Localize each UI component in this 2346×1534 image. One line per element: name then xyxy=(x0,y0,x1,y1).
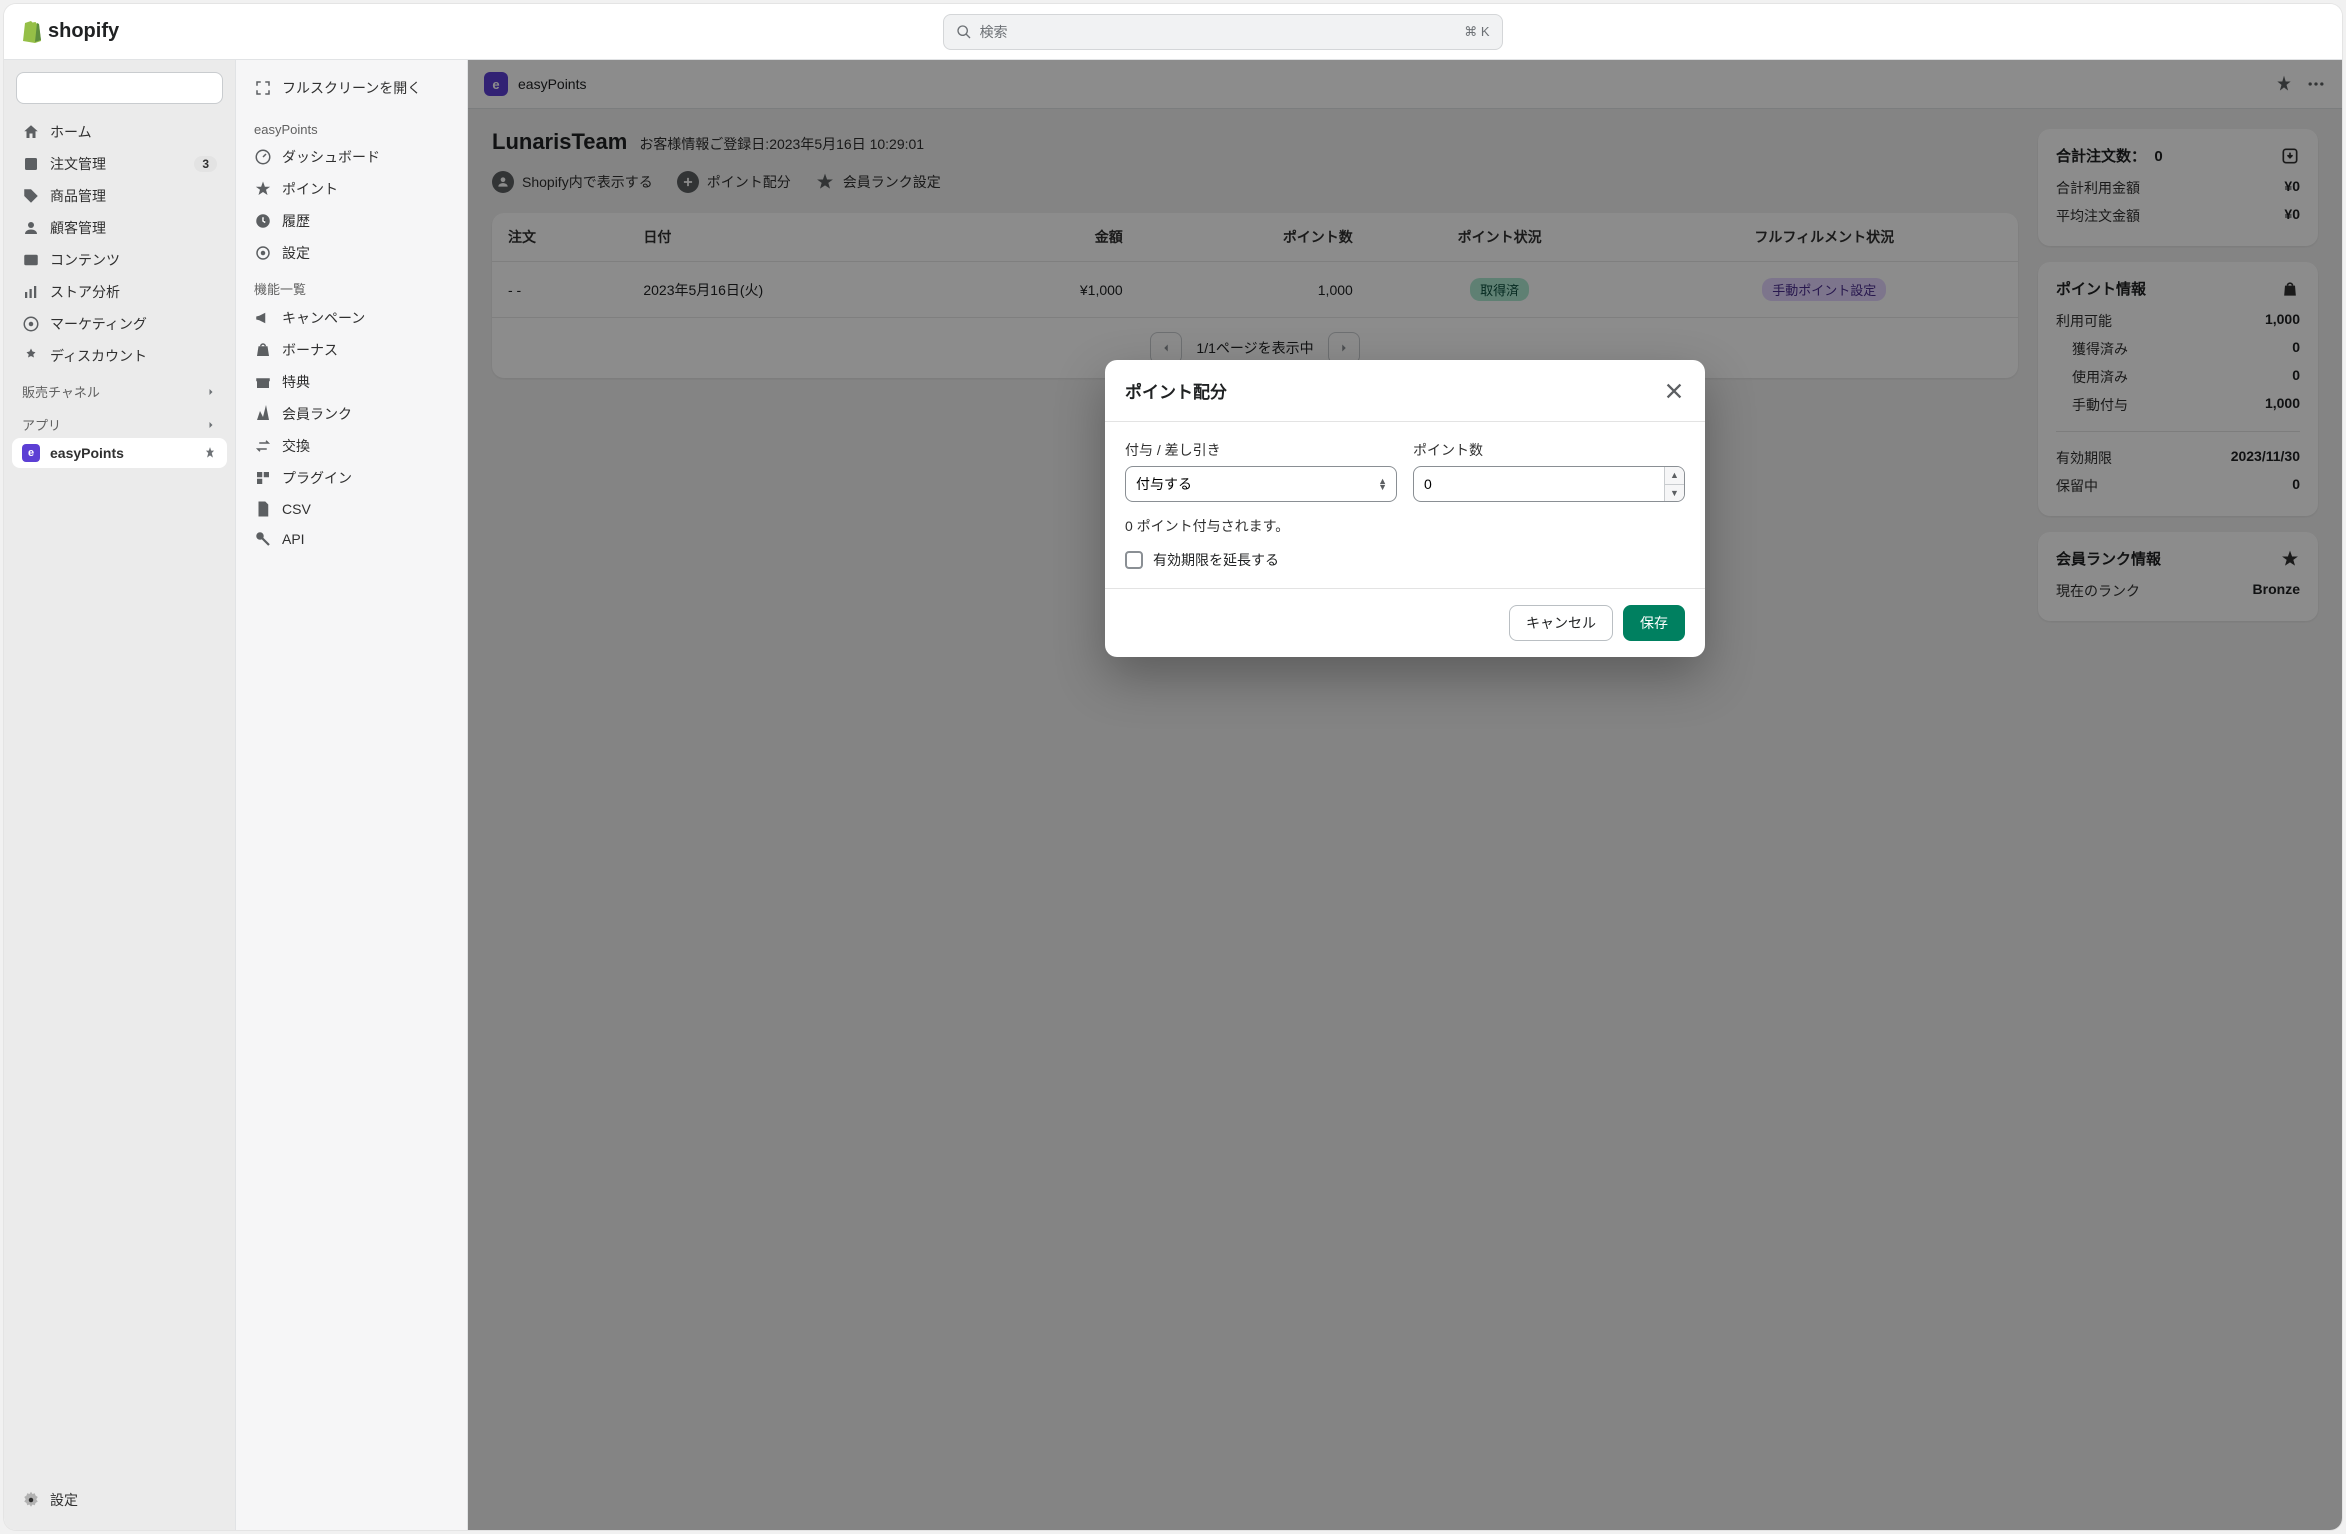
megaphone-icon xyxy=(254,309,272,327)
nav-home[interactable]: ホーム xyxy=(12,116,227,148)
easypoints-app-icon: e xyxy=(22,444,40,462)
clock-icon xyxy=(254,212,272,230)
nav-orders[interactable]: 注文管理3 xyxy=(12,148,227,180)
app-nav-campaign[interactable]: キャンペーン xyxy=(244,302,459,334)
pin-icon[interactable] xyxy=(203,446,217,460)
key-icon xyxy=(254,530,272,548)
apps-section[interactable]: アプリ xyxy=(12,405,227,438)
close-icon[interactable] xyxy=(1663,380,1685,402)
modal-backdrop[interactable] xyxy=(468,60,2342,1530)
app-nav-history[interactable]: 履歴 xyxy=(244,205,459,237)
bag-icon xyxy=(254,341,272,359)
stepper-up[interactable]: ▲ xyxy=(1664,467,1684,485)
nav-settings[interactable]: 設定 xyxy=(12,1482,227,1518)
shopify-sidebar: ホーム 注文管理3 商品管理 顧客管理 コンテンツ ストア分析 マーケティング … xyxy=(4,60,236,1530)
app-section-easypoints: easyPoints xyxy=(244,112,459,141)
save-button[interactable]: 保存 xyxy=(1623,605,1685,641)
search-icon xyxy=(956,24,972,40)
rank-icon xyxy=(254,405,272,423)
search-placeholder: 検索 xyxy=(980,22,1457,42)
app-nav-rank[interactable]: 会員ランク xyxy=(244,398,459,430)
fullscreen-button[interactable]: フルスクリーンを開く xyxy=(244,72,459,112)
swap-icon xyxy=(254,437,272,455)
app-section-features: 機能一覧 xyxy=(244,269,459,302)
app-nav-api[interactable]: API xyxy=(244,524,459,554)
app-nav-points[interactable]: ポイント xyxy=(244,173,459,205)
modal-title: ポイント配分 xyxy=(1125,378,1227,403)
gear-icon xyxy=(254,244,272,262)
points-input[interactable] xyxy=(1413,466,1685,502)
app-nav-dashboard[interactable]: ダッシュボード xyxy=(244,141,459,173)
main-content: e easyPoints LunarisTeam お客様情報ご登録日:2023年… xyxy=(468,60,2342,1530)
sales-channels-section[interactable]: 販売チャネル xyxy=(12,372,227,405)
app-nav-plugin[interactable]: プラグイン xyxy=(244,462,459,494)
app-sidebar: フルスクリーンを開く easyPoints ダッシュボード ポイント 履歴 設定… xyxy=(236,60,468,1530)
grant-select[interactable]: 付与する ▲▼ xyxy=(1125,466,1397,502)
search-input[interactable]: 検索 ⌘ K xyxy=(943,14,1503,50)
plugin-icon xyxy=(254,469,272,487)
chevron-right-icon xyxy=(205,386,217,398)
cancel-button[interactable]: キャンセル xyxy=(1509,605,1613,641)
dashboard-icon xyxy=(254,148,272,166)
nav-customers[interactable]: 顧客管理 xyxy=(12,212,227,244)
point-allocation-modal: ポイント配分 付与 / 差し引き 付与する ▲▼ ポイント数 xyxy=(1105,360,1705,657)
topbar: shopify 検索 ⌘ K xyxy=(4,4,2342,60)
app-nav-settings[interactable]: 設定 xyxy=(244,237,459,269)
nav-analytics[interactable]: ストア分析 xyxy=(12,276,227,308)
app-nav-csv[interactable]: CSV xyxy=(244,494,459,524)
brand-text: shopify xyxy=(48,20,119,43)
fullscreen-icon xyxy=(254,79,272,97)
app-nav-rewards[interactable]: 特典 xyxy=(244,366,459,398)
nav-discounts[interactable]: ディスカウント xyxy=(12,340,227,372)
file-icon xyxy=(254,500,272,518)
gear-icon xyxy=(22,1491,40,1509)
grant-label: 付与 / 差し引き xyxy=(1125,440,1397,460)
checkbox-label: 有効期限を延長する xyxy=(1153,550,1279,570)
nav-marketing[interactable]: マーケティング xyxy=(12,308,227,340)
shopify-logo[interactable]: shopify xyxy=(20,20,119,44)
nav-products[interactable]: 商品管理 xyxy=(12,180,227,212)
points-label: ポイント数 xyxy=(1413,440,1685,460)
sidebar-search[interactable] xyxy=(16,72,223,104)
extend-expiry-checkbox[interactable] xyxy=(1125,551,1143,569)
star-icon xyxy=(254,180,272,198)
orders-badge: 3 xyxy=(194,156,217,172)
nav-app-easypoints[interactable]: eeasyPoints xyxy=(12,438,227,468)
chevron-right-icon xyxy=(205,419,217,431)
nav-content[interactable]: コンテンツ xyxy=(12,244,227,276)
app-nav-exchange[interactable]: 交換 xyxy=(244,430,459,462)
app-nav-bonus[interactable]: ボーナス xyxy=(244,334,459,366)
gift-icon xyxy=(254,373,272,391)
stepper-down[interactable]: ▼ xyxy=(1664,485,1684,502)
search-shortcut: ⌘ K xyxy=(1464,24,1489,40)
help-text: 0 ポイント付与されます。 xyxy=(1125,516,1685,536)
